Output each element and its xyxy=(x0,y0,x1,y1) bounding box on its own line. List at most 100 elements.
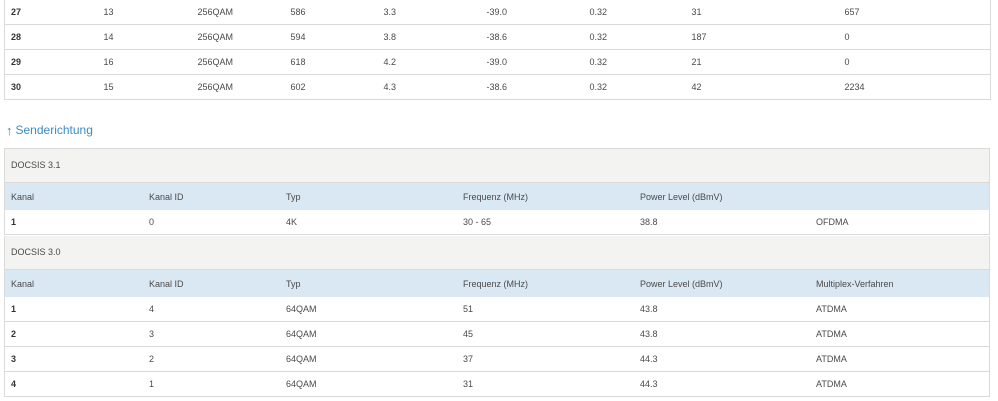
cell-kanal: 1 xyxy=(5,210,143,235)
table-header-row: Kanal Kanal ID Typ Frequenz (MHz) Power … xyxy=(5,270,989,297)
docsis30-title: DOCSIS 3.0 xyxy=(5,236,989,270)
header-kanal-id: Kanal ID xyxy=(143,270,280,297)
cell-modulation: 256QAM xyxy=(191,74,285,100)
cell-multiplex: OFDMA xyxy=(810,210,989,235)
header-frequenz: Frequenz (MHz) xyxy=(457,270,634,297)
cell-frequency: 586 xyxy=(284,0,378,25)
table-row: 28 14 256QAM 594 3.8 -38.6 0.32 187 0 xyxy=(4,24,991,50)
header-multiplex: Multiplex-Verfahren xyxy=(810,270,989,297)
table-row: 29 16 256QAM 618 4.2 -39.0 0.32 21 0 xyxy=(4,49,991,75)
cell-typ: 64QAM xyxy=(280,321,457,347)
header-kanal: Kanal xyxy=(5,270,143,297)
cell-frequency: 618 xyxy=(284,49,378,75)
table-row: 30 15 256QAM 602 4.3 -38.6 0.32 42 2234 xyxy=(4,74,991,100)
cell-correctable-errors: 187 xyxy=(685,24,839,50)
cell-power-level: 4.3 xyxy=(377,74,481,100)
cell-uncorrectable-errors: 0 xyxy=(838,24,991,50)
cell-kanal: 3 xyxy=(5,346,143,372)
senderichtung-label: Senderichtung xyxy=(15,123,93,137)
cell-multiplex: ATDMA xyxy=(810,346,989,372)
cell-power-level: 38.8 xyxy=(634,210,810,235)
cell-correctable-errors: 31 xyxy=(685,0,839,25)
cell-correctable-errors: 42 xyxy=(685,74,839,100)
cell-latency: 0.32 xyxy=(583,49,686,75)
cell-correctable-errors: 21 xyxy=(685,49,839,75)
cell-kanal-id: 13 xyxy=(97,0,192,25)
cell-typ: 64QAM xyxy=(280,346,457,372)
cell-frequenz: 45 xyxy=(457,321,634,347)
header-kanal-id: Kanal ID xyxy=(143,183,280,210)
cell-latency: 0.32 xyxy=(583,74,686,100)
cell-kanal: 27 xyxy=(4,0,98,25)
table-header-row: Kanal Kanal ID Typ Frequenz (MHz) Power … xyxy=(5,183,989,210)
table-row: 4 1 64QAM 31 44.3 ATDMA xyxy=(5,371,989,397)
cell-kanal-id: 15 xyxy=(97,74,192,100)
cell-frequenz: 30 - 65 xyxy=(457,210,634,235)
header-multiplex xyxy=(810,183,989,210)
cell-kanal: 30 xyxy=(4,74,98,100)
cell-modulation: 256QAM xyxy=(191,49,285,75)
cell-power-level: 43.8 xyxy=(634,321,810,347)
cell-kanal-id: 2 xyxy=(143,346,280,372)
cell-multiplex: ATDMA xyxy=(810,321,989,347)
cell-kanal-id: 4 xyxy=(143,297,280,322)
cell-typ: 64QAM xyxy=(280,297,457,322)
cell-kanal: 28 xyxy=(4,24,98,50)
cell-frequenz: 37 xyxy=(457,346,634,372)
cell-frequenz: 31 xyxy=(457,371,634,397)
cell-modulation: 256QAM xyxy=(191,0,285,25)
cell-mse: -38.6 xyxy=(480,74,584,100)
cell-modulation: 256QAM xyxy=(191,24,285,50)
header-kanal: Kanal xyxy=(5,183,143,210)
cell-power-level: 3.8 xyxy=(377,24,481,50)
header-typ: Typ xyxy=(280,270,457,297)
cell-multiplex: ATDMA xyxy=(810,297,989,322)
table-row: 1 4 64QAM 51 43.8 ATDMA xyxy=(5,297,989,322)
cell-frequency: 594 xyxy=(284,24,378,50)
cell-kanal-id: 1 xyxy=(143,371,280,397)
cell-power-level: 3.3 xyxy=(377,0,481,25)
cell-kanal: 4 xyxy=(5,371,143,397)
cell-kanal: 1 xyxy=(5,297,143,322)
docsis31-title: DOCSIS 3.1 xyxy=(5,148,989,183)
cable-info-page: 27 13 256QAM 586 3.3 -39.0 0.32 31 657 2… xyxy=(0,0,998,401)
docsis30-table: Kanal Kanal ID Typ Frequenz (MHz) Power … xyxy=(5,270,989,397)
header-typ: Typ xyxy=(280,183,457,210)
cell-kanal-id: 14 xyxy=(97,24,192,50)
cell-mse: -39.0 xyxy=(480,49,584,75)
cell-power-level: 44.3 xyxy=(634,346,810,372)
cell-typ: 4K xyxy=(280,210,457,235)
header-frequenz: Frequenz (MHz) xyxy=(457,183,634,210)
table-row: 1 0 4K 30 - 65 38.8 OFDMA xyxy=(5,210,989,235)
cell-frequenz: 51 xyxy=(457,297,634,322)
cell-kanal: 2 xyxy=(5,321,143,347)
docsis30-section: DOCSIS 3.0 Kanal Kanal ID Typ Frequenz (… xyxy=(4,236,990,397)
downstream-table: 27 13 256QAM 586 3.3 -39.0 0.32 31 657 2… xyxy=(4,0,991,100)
cell-latency: 0.32 xyxy=(583,0,686,25)
table-row: 3 2 64QAM 37 44.3 ATDMA xyxy=(5,346,989,372)
header-power-level: Power Level (dBmV) xyxy=(634,270,810,297)
cell-power-level: 43.8 xyxy=(634,297,810,322)
table-row: 27 13 256QAM 586 3.3 -39.0 0.32 31 657 xyxy=(4,0,991,25)
cell-latency: 0.32 xyxy=(583,24,686,50)
senderichtung-link[interactable]: ↑ Senderichtung xyxy=(6,121,93,139)
cell-uncorrectable-errors: 657 xyxy=(838,0,991,25)
cell-uncorrectable-errors: 0 xyxy=(838,49,991,75)
cell-kanal-id: 16 xyxy=(97,49,192,75)
cell-typ: 64QAM xyxy=(280,371,457,397)
cell-kanal: 29 xyxy=(4,49,98,75)
docsis31-table: Kanal Kanal ID Typ Frequenz (MHz) Power … xyxy=(5,183,989,235)
cell-multiplex: ATDMA xyxy=(810,371,989,397)
cell-frequency: 602 xyxy=(284,74,378,100)
header-power-level: Power Level (dBmV) xyxy=(634,183,810,210)
table-row: 2 3 64QAM 45 43.8 ATDMA xyxy=(5,321,989,347)
docsis31-section: DOCSIS 3.1 Kanal Kanal ID Typ Frequenz (… xyxy=(4,148,990,235)
cell-kanal-id: 0 xyxy=(143,210,280,235)
cell-mse: -39.0 xyxy=(480,0,584,25)
cell-kanal-id: 3 xyxy=(143,321,280,347)
cell-power-level: 4.2 xyxy=(377,49,481,75)
up-arrow-icon: ↑ xyxy=(6,122,13,138)
cell-uncorrectable-errors: 2234 xyxy=(838,74,991,100)
cell-mse: -38.6 xyxy=(480,24,584,50)
cell-power-level: 44.3 xyxy=(634,371,810,397)
